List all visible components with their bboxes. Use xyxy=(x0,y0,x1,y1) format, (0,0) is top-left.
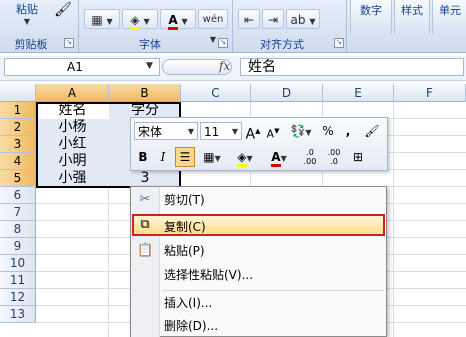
alignment-launcher-icon[interactable]: ↘ xyxy=(334,38,344,48)
row-header-3[interactable]: 3 xyxy=(0,136,36,153)
menu-item-delete-label: 删除(D)... xyxy=(164,319,219,333)
number-label: 数字 xyxy=(360,4,382,17)
shrink-font-glyph: A xyxy=(266,127,275,141)
menu-item-paste-label: 粘贴(P) xyxy=(164,244,205,258)
menu-item-paste[interactable]: 📋 粘贴(P) xyxy=(132,240,385,262)
grow-font-glyph: A xyxy=(245,126,256,143)
clipboard-group-label: 剪贴板 xyxy=(14,38,48,51)
column-header-c[interactable]: C xyxy=(181,84,251,102)
increase-indent-button[interactable]: ⇥ xyxy=(262,9,284,29)
menu-item-cut-label: 剪切(T) xyxy=(164,193,205,207)
cell-a2[interactable]: 小杨 xyxy=(36,119,109,136)
paste-button[interactable]: 粘贴 ▼ xyxy=(4,0,50,34)
ribbon: 粘贴 ▼ 🖌 剪贴板 ↘ ▦ ▼ ◈ ▼ A ▼ wén ▼ 字体 ↘ ⇤ ⇥ … xyxy=(0,0,466,53)
font-color-glyph: A xyxy=(271,150,281,167)
grow-font-button[interactable]: A▲ xyxy=(245,122,261,143)
chevron-down-icon[interactable]: ▼ xyxy=(4,17,50,26)
cell-a1[interactable]: 姓名 xyxy=(36,102,109,119)
mini-toolbar: 宋体 ▼ 11 ▼ A▲ A▼ 💱▼ % , 🖌 B I ☰ ▦▼ ◈▼ A▼ … xyxy=(130,117,388,171)
styles-label: 样式 xyxy=(401,4,423,17)
menu-item-paste-special-label: 选择性粘贴(V)... xyxy=(164,268,254,282)
chevron-down-icon[interactable]: ▼ xyxy=(232,123,238,141)
chevron-down-icon[interactable]: ▼ xyxy=(146,61,153,71)
comma-button[interactable]: , xyxy=(343,122,353,140)
bold-button[interactable]: B xyxy=(135,148,151,166)
font-group-label: 字体 xyxy=(139,38,161,51)
fill-color-button[interactable]: ◈▼ xyxy=(231,148,259,167)
cells-button[interactable]: 单元 xyxy=(432,0,466,34)
row-header-10[interactable]: 10 xyxy=(0,255,36,272)
row-header-4[interactable]: 4 xyxy=(0,153,36,170)
number-button[interactable]: 数字 xyxy=(350,0,392,34)
center-align-button[interactable]: ☰ xyxy=(175,147,195,167)
select-all-corner[interactable] xyxy=(0,84,36,102)
row-header-9[interactable]: 9 xyxy=(0,238,36,255)
scissors-icon: ✂ xyxy=(139,192,151,207)
copy-icon: ⧉ xyxy=(140,217,150,232)
cell-a5[interactable]: 小强 xyxy=(36,170,109,187)
font-size-value: 11 xyxy=(204,125,220,139)
menu-item-copy-label: 复制(C) xyxy=(164,220,206,234)
paste-icon: 📋 xyxy=(137,243,154,258)
row-header-6[interactable]: 6 xyxy=(0,187,36,204)
italic-button[interactable]: I xyxy=(155,148,171,166)
fill-color-button[interactable]: ◈ ▼ xyxy=(122,9,158,30)
menu-item-insert[interactable]: 插入(I)... xyxy=(132,292,385,314)
percent-button[interactable]: % xyxy=(321,122,335,140)
border-button[interactable]: ▦▼ xyxy=(199,148,225,166)
paste-label: 粘贴 xyxy=(16,3,38,16)
border-button[interactable]: ▦ ▼ xyxy=(84,9,120,29)
format-painter-icon[interactable]: 🖌 xyxy=(363,122,381,140)
font-launcher-icon[interactable]: ↘ xyxy=(218,38,228,48)
row-header-11[interactable]: 11 xyxy=(0,272,36,289)
menu-separator xyxy=(162,290,384,291)
column-header-d[interactable]: D xyxy=(251,84,323,102)
column-header-e[interactable]: E xyxy=(323,84,394,102)
font-color-button[interactable]: A▼ xyxy=(265,148,293,167)
increase-decimal-button[interactable]: .0 .00 xyxy=(299,148,321,166)
orientation-button[interactable]: ab ▼ xyxy=(286,9,320,29)
row-header-5[interactable]: 5 xyxy=(0,170,36,187)
shrink-font-button[interactable]: A▼ xyxy=(265,122,281,141)
font-name-value: 宋体 xyxy=(138,125,163,139)
cells-label: 单元 xyxy=(439,4,461,17)
menu-item-paste-special[interactable]: 选择性粘贴(V)... xyxy=(132,264,385,286)
column-header-f[interactable]: F xyxy=(394,84,466,102)
accounting-format-button[interactable]: 💱▼ xyxy=(287,122,315,140)
cell-a3[interactable]: 小红 xyxy=(36,136,109,153)
column-header-a[interactable]: A xyxy=(36,84,109,102)
merge-center-button[interactable]: ⊞ xyxy=(349,148,367,166)
row-header-12[interactable]: 12 xyxy=(0,289,36,306)
name-box[interactable]: A1 xyxy=(4,58,160,76)
insert-function-icon[interactable]: fx xyxy=(219,59,230,73)
menu-item-copy[interactable]: ⧉ 复制(C) xyxy=(132,214,385,236)
decrease-decimal-button[interactable]: .00 .0 xyxy=(323,148,345,166)
formula-input[interactable]: 姓名 xyxy=(240,58,464,76)
cell-a4[interactable]: 小明 xyxy=(36,153,109,170)
styles-button[interactable]: 样式 xyxy=(394,0,430,34)
clipboard-launcher-icon[interactable]: ↘ xyxy=(64,38,74,48)
menu-item-cut[interactable]: ✂ 剪切(T) xyxy=(132,189,385,211)
cell-b5[interactable]: 3 xyxy=(109,170,181,187)
row-header-7[interactable]: 7 xyxy=(0,204,36,221)
font-color-button[interactable]: A ▼ xyxy=(160,9,196,30)
alignment-group-label: 对齐方式 xyxy=(260,38,304,51)
chevron-down-icon[interactable]: ▼ xyxy=(188,123,194,141)
row-header-8[interactable]: 8 xyxy=(0,221,36,238)
row-header-13[interactable]: 13 xyxy=(0,306,36,323)
font-name-combo[interactable]: 宋体 ▼ xyxy=(134,122,198,140)
format-painter-icon[interactable]: 🖌 xyxy=(54,2,72,20)
row-header-2[interactable]: 2 xyxy=(0,119,36,136)
font-size-combo[interactable]: 11 ▼ xyxy=(200,122,242,140)
phonetic-button[interactable]: wén ▼ xyxy=(198,9,228,44)
row-header-1[interactable]: 1 xyxy=(0,102,36,119)
decrease-indent-button[interactable]: ⇤ xyxy=(238,9,260,29)
column-header-b[interactable]: B xyxy=(109,84,181,102)
menu-item-insert-label: 插入(I)... xyxy=(164,296,213,310)
menu-item-delete[interactable]: 删除(D)... xyxy=(132,315,385,337)
